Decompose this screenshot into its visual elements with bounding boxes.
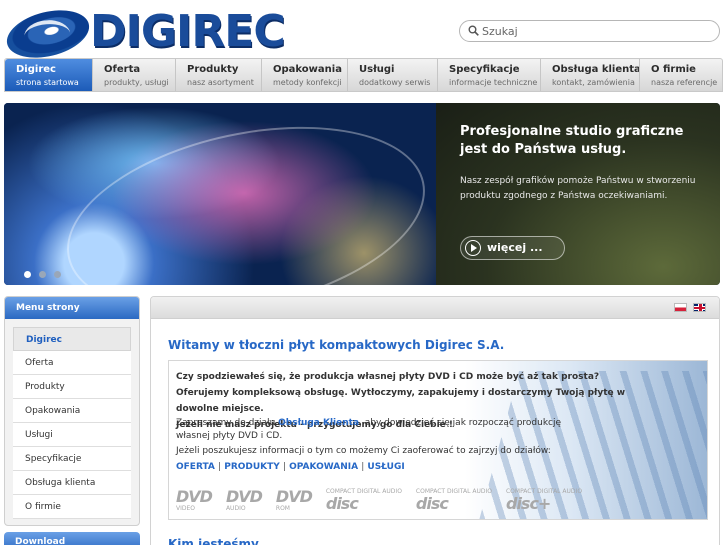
compact-disc-logo: COMPACT DIGITAL AUDIO disc xyxy=(415,488,492,513)
language-bar xyxy=(151,297,719,319)
sidebar-item-opakowania[interactable]: Opakowania xyxy=(13,399,131,423)
english-flag-icon[interactable] xyxy=(693,303,706,312)
nav-subtitle: produkty, usługi xyxy=(104,78,169,87)
nav-title: Produkty xyxy=(187,64,239,75)
nav-title: Oferta xyxy=(104,64,141,75)
hero-image xyxy=(4,103,436,285)
dept-links: OFERTA | PRODUKTY | OPAKOWANIA | USŁUGI xyxy=(176,461,405,474)
sidebar-item-uslugi[interactable]: Usługi xyxy=(13,423,131,447)
nav-item-opakowania[interactable]: Opakowania metody konfekcji xyxy=(262,59,348,91)
link-opakowania[interactable]: OPAKOWANIA xyxy=(289,462,358,472)
page: DIGIREC Digirec strona startowa Oferta p… xyxy=(0,0,727,545)
dvd-rom-logo: DVD ROM xyxy=(275,487,313,512)
download-header[interactable]: Download xyxy=(4,532,140,545)
hero-caption: Profesjonalne studio graficzne jest do P… xyxy=(436,103,720,285)
slider-dot[interactable] xyxy=(54,271,61,278)
nav-title: Specyfikacje xyxy=(449,64,520,75)
search-icon[interactable] xyxy=(468,25,479,36)
separator: | xyxy=(282,462,286,472)
dvd-audio-logo: DVD AUDIO xyxy=(225,487,263,512)
separator: | xyxy=(361,462,365,472)
sidebar-item-obsluga-klienta[interactable]: Obsługa klienta xyxy=(13,471,131,495)
logo-text: DIGIREC xyxy=(90,6,286,57)
compact-disc-logo: COMPACT DIGITAL AUDIO disc xyxy=(325,488,402,513)
nav-item-digirec[interactable]: Digirec strona startowa xyxy=(5,59,93,91)
link-uslugi[interactable]: USŁUGI xyxy=(367,462,404,472)
nav-title: Digirec xyxy=(16,64,56,75)
link-oferta[interactable]: OFERTA xyxy=(176,462,215,472)
dvd-video-logo: DVD VIDEO xyxy=(176,487,213,512)
intro-line-1: Czy spodziewałeś się, że produkcja własn… xyxy=(176,372,600,382)
search-input[interactable] xyxy=(482,23,712,39)
nav-subtitle: nasza referencje xyxy=(651,78,718,87)
nav-title: Opakowania xyxy=(273,64,342,75)
sidebar-item-oferta[interactable]: Oferta xyxy=(13,351,131,375)
intro-box: Czy spodziewałeś się, że produkcja własn… xyxy=(168,360,708,520)
slider-dot[interactable] xyxy=(39,271,46,278)
sidebar-item-o-firmie[interactable]: O firmie xyxy=(13,495,131,519)
slider-dot[interactable] xyxy=(24,271,31,278)
play-icon xyxy=(465,240,481,256)
more-button-label: więcej ... xyxy=(487,241,543,254)
slider-dots xyxy=(24,271,61,278)
nav-item-oferta[interactable]: Oferta produkty, usługi xyxy=(93,59,176,91)
nav-item-uslugi[interactable]: Usługi dodatkowy serwis xyxy=(348,59,438,91)
main-nav: Digirec strona startowa Oferta produkty,… xyxy=(4,58,723,92)
nav-subtitle: dodatkowy serwis xyxy=(359,78,431,87)
nav-title: Usługi xyxy=(359,64,395,75)
sidebar-menu: Menu strony Digirec Oferta Produkty Opak… xyxy=(4,296,140,526)
nav-subtitle: informacje techniczne xyxy=(449,78,538,87)
sidebar-item-produkty[interactable]: Produkty xyxy=(13,375,131,399)
nav-item-specyfikacje[interactable]: Specyfikacje informacje techniczne xyxy=(438,59,541,91)
intro-line-2: Oferujemy kompleksową obsługę. Wytłoczym… xyxy=(176,388,626,414)
hero-slider: Profesjonalne studio graficzne jest do P… xyxy=(4,103,720,285)
nav-subtitle: kontakt, zamówienia xyxy=(552,78,635,87)
separator: | xyxy=(218,462,222,472)
nav-title: O firmie xyxy=(651,64,696,75)
contact-paragraph: Zapraszamy do działu Obsługa Klienta, ab… xyxy=(176,417,576,443)
hero-title: Profesjonalne studio graficzne jest do P… xyxy=(460,124,684,157)
compact-disc-plus-logo: COMPACT DIGITAL AUDIO disc+ xyxy=(505,488,583,513)
search-box xyxy=(459,20,720,42)
nav-title: Obsługa klienta xyxy=(552,64,640,75)
hero-text: Nasz zespół grafików pomoże Państwu w st… xyxy=(460,176,696,201)
nav-subtitle: strona startowa xyxy=(16,78,79,87)
nav-item-produkty[interactable]: Produkty nasz asortyment xyxy=(176,59,262,91)
format-logos: DVD VIDEO DVD AUDIO DVD ROM COMPACT DIGITAL… xyxy=(176,487,582,513)
sidebar-item-digirec[interactable]: Digirec xyxy=(13,327,131,351)
link-produkty[interactable]: PRODUKTY xyxy=(224,462,280,472)
nav-item-obsluga-klienta[interactable]: Obsługa klienta kontakt, zamówienia xyxy=(541,59,640,91)
contact-link[interactable]: Obsługa Klienta xyxy=(278,418,359,428)
sidebar-title: Menu strony xyxy=(5,297,139,319)
polish-flag-icon[interactable] xyxy=(674,303,687,312)
nav-subtitle: nasz asortyment xyxy=(187,78,254,87)
logo[interactable]: DIGIREC xyxy=(1,2,286,66)
more-button[interactable]: więcej ... xyxy=(460,236,565,260)
section-heading: Kim jesteśmy xyxy=(168,537,259,545)
depts-text: Jeżeli poszukujesz informacji o tym co m… xyxy=(176,446,551,456)
contact-pre: Zapraszamy do działu xyxy=(176,418,279,428)
main-content: Witamy w tłoczni płyt kompaktowych Digir… xyxy=(150,296,720,545)
nav-subtitle: metody konfekcji xyxy=(273,78,342,87)
disc-logo-icon xyxy=(1,2,95,66)
nav-item-o-firmie[interactable]: O firmie nasza referencje xyxy=(640,59,722,91)
welcome-heading: Witamy w tłoczni płyt kompaktowych Digir… xyxy=(168,338,505,352)
sidebar-item-specyfikacje[interactable]: Specyfikacje xyxy=(13,447,131,471)
